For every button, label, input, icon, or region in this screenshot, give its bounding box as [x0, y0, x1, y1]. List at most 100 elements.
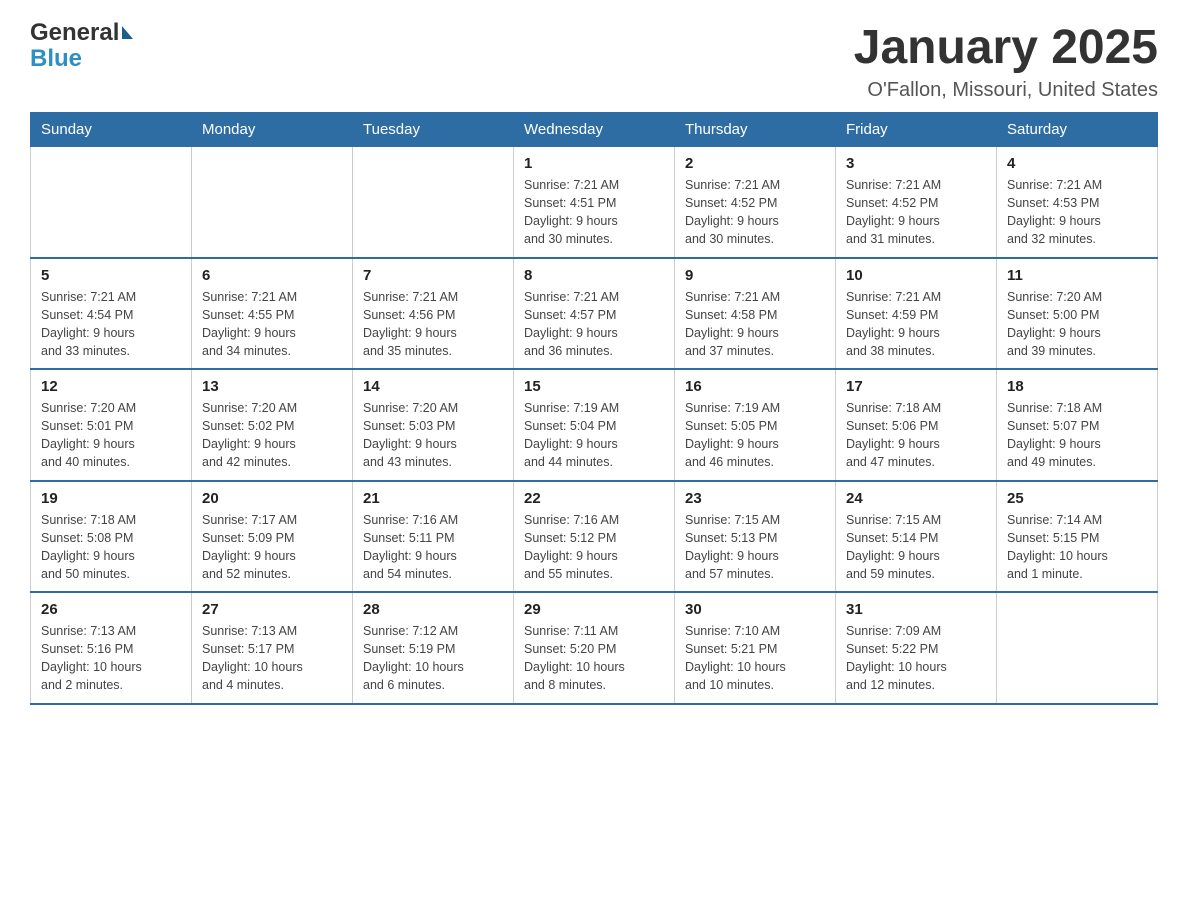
month-title: January 2025: [854, 20, 1158, 75]
day-info: Sunrise: 7:19 AM Sunset: 5:05 PM Dayligh…: [685, 399, 825, 472]
header-thursday: Thursday: [675, 113, 836, 147]
calendar-cell: 28 Sunrise: 7:12 AM Sunset: 5:19 PM Dayli…: [353, 592, 514, 704]
header-friday: Friday: [836, 113, 997, 147]
calendar-cell: 4 Sunrise: 7:21 AM Sunset: 4:53 PM Daylig…: [997, 147, 1158, 258]
calendar-cell: 18 Sunrise: 7:18 AM Sunset: 5:07 PM Dayli…: [997, 369, 1158, 481]
day-number: 10: [846, 267, 986, 284]
day-number: 4: [1007, 155, 1147, 172]
calendar-cell: 22 Sunrise: 7:16 AM Sunset: 5:12 PM Dayli…: [514, 481, 675, 593]
day-info: Sunrise: 7:20 AM Sunset: 5:00 PM Dayligh…: [1007, 288, 1147, 361]
day-number: 1: [524, 155, 664, 172]
calendar-cell: 10Sunrise: 7:21 AM Sunset: 4:59 PM Dayli…: [836, 258, 997, 370]
day-info: Sunrise: 7:15 AM Sunset: 5:13 PM Dayligh…: [685, 511, 825, 584]
header-saturday: Saturday: [997, 113, 1158, 147]
calendar-cell: [353, 147, 514, 258]
day-number: 27: [202, 601, 342, 618]
calendar-cell: 9 Sunrise: 7:21 AM Sunset: 4:58 PM Daylig…: [675, 258, 836, 370]
day-info: Sunrise: 7:18 AM Sunset: 5:08 PM Dayligh…: [41, 511, 181, 584]
week-row-3: 12 Sunrise: 7:20 AM Sunset: 5:01 PM Dayli…: [31, 369, 1158, 481]
day-number: 21: [363, 490, 503, 507]
day-info: Sunrise: 7:15 AM Sunset: 5:14 PM Dayligh…: [846, 511, 986, 584]
header-wednesday: Wednesday: [514, 113, 675, 147]
day-number: 11: [1007, 267, 1147, 284]
calendar-cell: 12 Sunrise: 7:20 AM Sunset: 5:01 PM Dayli…: [31, 369, 192, 481]
day-number: 15: [524, 378, 664, 395]
calendar-cell: 16 Sunrise: 7:19 AM Sunset: 5:05 PM Dayli…: [675, 369, 836, 481]
calendar-cell: 5Sunrise: 7:21 AM Sunset: 4:54 PM Daylig…: [31, 258, 192, 370]
calendar-cell: 11 Sunrise: 7:20 AM Sunset: 5:00 PM Dayli…: [997, 258, 1158, 370]
day-info: Sunrise: 7:13 AM Sunset: 5:17 PM Dayligh…: [202, 622, 342, 695]
logo-triangle-icon: [122, 26, 133, 39]
calendar-cell: 7 Sunrise: 7:21 AM Sunset: 4:56 PM Daylig…: [353, 258, 514, 370]
day-number: 7: [363, 267, 503, 284]
calendar-cell: 23 Sunrise: 7:15 AM Sunset: 5:13 PM Dayli…: [675, 481, 836, 593]
day-info: Sunrise: 7:21 AM Sunset: 4:58 PM Dayligh…: [685, 288, 825, 361]
day-number: 6: [202, 267, 342, 284]
day-info: Sunrise: 7:18 AM Sunset: 5:07 PM Dayligh…: [1007, 399, 1147, 472]
calendar-cell: 25Sunrise: 7:14 AM Sunset: 5:15 PM Dayli…: [997, 481, 1158, 593]
day-number: 13: [202, 378, 342, 395]
calendar-cell: 15 Sunrise: 7:19 AM Sunset: 5:04 PM Dayli…: [514, 369, 675, 481]
day-info: Sunrise: 7:21 AM Sunset: 4:52 PM Dayligh…: [685, 176, 825, 249]
calendar-cell: 17Sunrise: 7:18 AM Sunset: 5:06 PM Dayli…: [836, 369, 997, 481]
day-info: Sunrise: 7:09 AM Sunset: 5:22 PM Dayligh…: [846, 622, 986, 695]
day-info: Sunrise: 7:19 AM Sunset: 5:04 PM Dayligh…: [524, 399, 664, 472]
day-number: 18: [1007, 378, 1147, 395]
calendar-cell: 30 Sunrise: 7:10 AM Sunset: 5:21 PM Dayli…: [675, 592, 836, 704]
day-number: 26: [41, 601, 181, 618]
calendar-cell: 6Sunrise: 7:21 AM Sunset: 4:55 PM Daylig…: [192, 258, 353, 370]
calendar-cell: 3 Sunrise: 7:21 AM Sunset: 4:52 PM Daylig…: [836, 147, 997, 258]
day-info: Sunrise: 7:21 AM Sunset: 4:53 PM Dayligh…: [1007, 176, 1147, 249]
day-number: 29: [524, 601, 664, 618]
day-info: Sunrise: 7:21 AM Sunset: 4:56 PM Dayligh…: [363, 288, 503, 361]
header-tuesday: Tuesday: [353, 113, 514, 147]
day-info: Sunrise: 7:20 AM Sunset: 5:01 PM Dayligh…: [41, 399, 181, 472]
day-info: Sunrise: 7:10 AM Sunset: 5:21 PM Dayligh…: [685, 622, 825, 695]
day-info: Sunrise: 7:21 AM Sunset: 4:52 PM Dayligh…: [846, 176, 986, 249]
day-number: 19: [41, 490, 181, 507]
logo: General Blue: [30, 20, 133, 73]
week-row-5: 26 Sunrise: 7:13 AM Sunset: 5:16 PM Dayli…: [31, 592, 1158, 704]
header-monday: Monday: [192, 113, 353, 147]
day-info: Sunrise: 7:12 AM Sunset: 5:19 PM Dayligh…: [363, 622, 503, 695]
day-info: Sunrise: 7:21 AM Sunset: 4:51 PM Dayligh…: [524, 176, 664, 249]
day-number: 3: [846, 155, 986, 172]
day-info: Sunrise: 7:16 AM Sunset: 5:11 PM Dayligh…: [363, 511, 503, 584]
week-row-4: 19 Sunrise: 7:18 AM Sunset: 5:08 PM Dayli…: [31, 481, 1158, 593]
day-number: 16: [685, 378, 825, 395]
day-number: 30: [685, 601, 825, 618]
day-number: 14: [363, 378, 503, 395]
calendar-cell: 24 Sunrise: 7:15 AM Sunset: 5:14 PM Dayli…: [836, 481, 997, 593]
day-number: 23: [685, 490, 825, 507]
week-row-1: 1 Sunrise: 7:21 AM Sunset: 4:51 PM Daylig…: [31, 147, 1158, 258]
calendar-cell: 2Sunrise: 7:21 AM Sunset: 4:52 PM Daylig…: [675, 147, 836, 258]
day-number: 31: [846, 601, 986, 618]
day-number: 5: [41, 267, 181, 284]
day-number: 12: [41, 378, 181, 395]
calendar-cell: [997, 592, 1158, 704]
calendar-cell: 31 Sunrise: 7:09 AM Sunset: 5:22 PM Dayli…: [836, 592, 997, 704]
logo-general-text: General: [30, 20, 119, 46]
title-block: January 2025 O'Fallon, Missouri, United …: [854, 20, 1158, 102]
calendar-cell: [31, 147, 192, 258]
calendar-cell: 29Sunrise: 7:11 AM Sunset: 5:20 PM Dayli…: [514, 592, 675, 704]
day-info: Sunrise: 7:20 AM Sunset: 5:03 PM Dayligh…: [363, 399, 503, 472]
header-sunday: Sunday: [31, 113, 192, 147]
day-info: Sunrise: 7:20 AM Sunset: 5:02 PM Dayligh…: [202, 399, 342, 472]
calendar-cell: 13 Sunrise: 7:20 AM Sunset: 5:02 PM Dayli…: [192, 369, 353, 481]
day-number: 9: [685, 267, 825, 284]
day-number: 22: [524, 490, 664, 507]
week-row-2: 5Sunrise: 7:21 AM Sunset: 4:54 PM Daylig…: [31, 258, 1158, 370]
calendar-table: SundayMondayTuesdayWednesdayThursdayFrid…: [30, 112, 1158, 705]
day-info: Sunrise: 7:17 AM Sunset: 5:09 PM Dayligh…: [202, 511, 342, 584]
calendar-cell: 27 Sunrise: 7:13 AM Sunset: 5:17 PM Dayli…: [192, 592, 353, 704]
calendar-cell: 14 Sunrise: 7:20 AM Sunset: 5:03 PM Dayli…: [353, 369, 514, 481]
day-number: 28: [363, 601, 503, 618]
calendar-cell: 1 Sunrise: 7:21 AM Sunset: 4:51 PM Daylig…: [514, 147, 675, 258]
day-number: 24: [846, 490, 986, 507]
day-number: 20: [202, 490, 342, 507]
calendar-cell: 21 Sunrise: 7:16 AM Sunset: 5:11 PM Dayli…: [353, 481, 514, 593]
day-info: Sunrise: 7:16 AM Sunset: 5:12 PM Dayligh…: [524, 511, 664, 584]
calendar-header-row: SundayMondayTuesdayWednesdayThursdayFrid…: [31, 113, 1158, 147]
day-info: Sunrise: 7:13 AM Sunset: 5:16 PM Dayligh…: [41, 622, 181, 695]
